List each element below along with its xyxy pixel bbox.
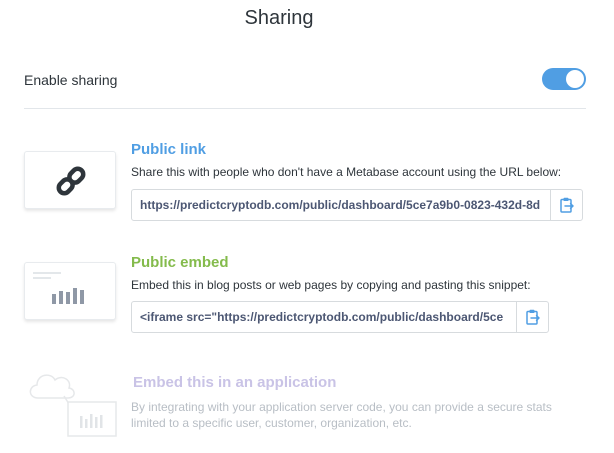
public-embed-snippet-field[interactable]: <iframe src="https://predictcryptodb.com… — [131, 301, 549, 333]
public-embed-description: Embed this in blog posts or web pages by… — [131, 278, 531, 292]
enable-sharing-label: Enable sharing — [24, 72, 118, 88]
app-embed-title[interactable]: Embed this in an application — [133, 374, 336, 391]
embed-chart-icon — [24, 262, 116, 320]
divider — [24, 108, 586, 109]
toggle-knob — [566, 70, 584, 88]
link-icon — [24, 151, 116, 209]
app-embed-description-line-2: limited to a specific user, customer, or… — [131, 416, 412, 430]
public-link-url[interactable]: https://predictcryptodb.com/public/dashb… — [140, 198, 546, 212]
copy-embed-button[interactable] — [516, 302, 548, 332]
clipboard-icon — [560, 197, 574, 213]
enable-sharing-toggle[interactable] — [542, 68, 586, 90]
enable-sharing-row: Enable sharing — [24, 62, 586, 98]
public-embed-snippet[interactable]: <iframe src="https://predictcryptodb.com… — [140, 310, 512, 324]
clipboard-icon — [526, 309, 540, 325]
public-link-url-field[interactable]: https://predictcryptodb.com/public/dashb… — [131, 189, 583, 221]
page-title: Sharing — [244, 7, 314, 29]
public-embed-title: Public embed — [131, 254, 229, 271]
copy-link-button[interactable] — [550, 190, 582, 220]
public-link-title: Public link — [131, 141, 207, 158]
app-embed-description-line-1: By integrating with your application ser… — [131, 400, 552, 414]
app-embed-icon — [24, 364, 124, 442]
public-link-description: Share this with people who don't have a … — [131, 165, 562, 179]
